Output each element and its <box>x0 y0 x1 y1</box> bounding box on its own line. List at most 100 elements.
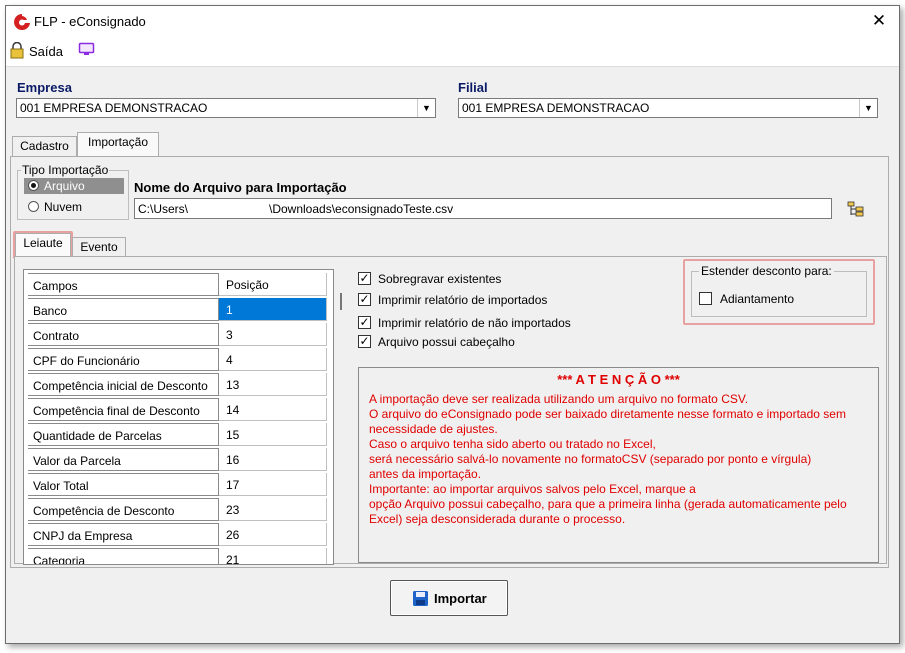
posicao-cell[interactable]: 3 <box>219 323 327 346</box>
empresa-label: Empresa <box>17 80 72 95</box>
posicao-cell[interactable]: 23 <box>219 498 327 521</box>
posicao-cell[interactable]: 16 <box>219 448 327 471</box>
tab-importacao[interactable]: Importação <box>77 132 159 157</box>
posicao-cell[interactable]: 14 <box>219 398 327 421</box>
radio-button[interactable] <box>28 180 39 191</box>
campo-cell: Competência final de Desconto <box>28 398 219 421</box>
atencao-line: Caso o arquivo tenha sido aberto ou trat… <box>369 437 656 451</box>
posicao-cell[interactable]: 1 <box>219 298 327 321</box>
posicao-cell[interactable]: 15 <box>219 423 327 446</box>
atencao-line: antes da importação. <box>369 467 482 481</box>
save-icon <box>413 591 428 606</box>
check-icon[interactable]: ✓ <box>358 335 371 348</box>
option-sobregravar[interactable]: ✓ Sobregravar existentes <box>358 271 658 287</box>
lock-icon <box>10 42 24 59</box>
table-row[interactable]: Contrato 3 <box>24 323 333 348</box>
leiaute-highlight <box>13 231 73 259</box>
campo-cell: Quantidade de Parcelas <box>28 423 219 446</box>
atencao-line: opção Arquivo possui cabeçalho, para que… <box>369 497 847 511</box>
radio-option-arquivo[interactable]: Arquivo <box>24 178 124 194</box>
radio-label: Nuvem <box>44 200 83 214</box>
campo-cell: Categoria <box>28 548 219 564</box>
campo-cell: Banco <box>28 298 219 321</box>
folder-tree-icon[interactable] <box>847 200 867 218</box>
tab-evento[interactable]: Evento <box>72 237 126 257</box>
atencao-line: O arquivo do eConsignado pode ser baixad… <box>369 407 846 421</box>
title-bar: FLP - eConsignado ✕ <box>6 6 899 36</box>
path-prefix: C:\Users\ <box>138 202 189 216</box>
atencao-line: será necessário salvá-lo novamente no fo… <box>369 452 812 466</box>
table-row[interactable]: Valor Total 17 <box>24 473 333 498</box>
close-button[interactable]: ✕ <box>864 10 894 32</box>
chevron-down-icon[interactable]: ▼ <box>859 99 877 117</box>
filial-value: 001 EMPRESA DEMONSTRACAO <box>462 101 650 115</box>
table-row[interactable]: CNPJ da Empresa 26 <box>24 523 333 548</box>
estender-highlight <box>683 259 875 325</box>
arquivo-label: Nome do Arquivo para Importação <box>134 180 347 195</box>
campo-cell: Valor da Parcela <box>28 448 219 471</box>
atencao-line: necessidade de ajustes. <box>369 422 498 436</box>
chevron-down-icon[interactable]: ▼ <box>417 99 435 117</box>
option-label: Sobregravar existentes <box>378 272 502 286</box>
filial-label: Filial <box>458 80 488 95</box>
header-campos: Campos <box>28 273 219 296</box>
campo-cell: Competência inicial de Desconto <box>28 373 219 396</box>
header-posicao: Posição <box>219 273 327 296</box>
table-row[interactable]: Categoria 21 <box>24 548 333 564</box>
atencao-title: *** A T E N Ç Ã O *** <box>557 372 680 387</box>
posicao-cell[interactable]: 13 <box>219 373 327 396</box>
posicao-cell[interactable]: 21 <box>219 548 327 564</box>
check-icon[interactable]: ✓ <box>358 293 371 306</box>
table-row[interactable]: CPF do Funcionário 4 <box>24 348 333 373</box>
radio-button[interactable] <box>28 201 39 212</box>
filial-select[interactable]: 001 EMPRESA DEMONSTRACAO ▼ <box>458 98 878 118</box>
main-window: FLP - eConsignado ✕ Saída Empresa 001 EM… <box>5 5 900 644</box>
campo-cell: CPF do Funcionário <box>28 348 219 371</box>
table-row[interactable]: Banco 1 <box>24 298 333 323</box>
empresa-select[interactable]: 001 EMPRESA DEMONSTRACAO ▼ <box>16 98 436 118</box>
radio-option-nuvem[interactable]: Nuvem <box>24 199 124 215</box>
atencao-line: Importante: ao importar arquivos salvos … <box>369 482 696 496</box>
grid-scroll-thumb[interactable] <box>340 293 342 310</box>
layout-grid[interactable]: Campos Posição Banco 1 Contrato 3 CPF do… <box>23 269 334 565</box>
path-suffix: \Downloads\econsignadoTeste.csv <box>269 202 454 216</box>
option-possui-cabecalho[interactable]: ✓ Arquivo possui cabeçalho <box>358 334 658 350</box>
radio-label: Arquivo <box>44 179 85 193</box>
posicao-cell[interactable]: 4 <box>219 348 327 371</box>
grid-header: Campos Posição <box>24 273 333 298</box>
atencao-panel: *** A T E N Ç Ã O *** A importação deve … <box>358 367 879 563</box>
tab-cadastro[interactable]: Cadastro <box>12 136 77 156</box>
option-relatorio-nao-importados[interactable]: ✓ Imprimir relatório de não importados <box>358 315 658 331</box>
table-row[interactable]: Quantidade de Parcelas 15 <box>24 423 333 448</box>
redacted-username <box>195 201 269 216</box>
atencao-line: Excel) seja desconsiderada durante o pro… <box>369 512 626 526</box>
window-title: FLP - eConsignado <box>34 14 146 29</box>
monitor-icon[interactable] <box>78 42 95 57</box>
option-label: Imprimir relatório de não importados <box>378 316 571 330</box>
option-label: Arquivo possui cabeçalho <box>378 335 515 349</box>
option-relatorio-importados[interactable]: ✓ Imprimir relatório de importados <box>358 292 658 308</box>
atencao-line: A importação deve ser realizada utilizan… <box>369 392 749 406</box>
table-row[interactable]: Valor da Parcela 16 <box>24 448 333 473</box>
table-row[interactable]: Competência inicial de Desconto 13 <box>24 373 333 398</box>
campo-cell: Contrato <box>28 323 219 346</box>
toolbar: Saída <box>6 36 899 67</box>
table-row[interactable]: Competência final de Desconto 14 <box>24 398 333 423</box>
exit-label: Saída <box>29 44 63 59</box>
app-logo-icon <box>14 14 30 30</box>
posicao-cell[interactable]: 26 <box>219 523 327 546</box>
importar-label: Importar <box>434 591 487 606</box>
check-icon[interactable]: ✓ <box>358 272 371 285</box>
campo-cell: Competência de Desconto <box>28 498 219 521</box>
exit-button[interactable]: Saída <box>10 41 74 61</box>
campo-cell: CNPJ da Empresa <box>28 523 219 546</box>
tipo-importacao-label: Tipo Importação <box>21 163 110 177</box>
empresa-value: 001 EMPRESA DEMONSTRACAO <box>20 101 208 115</box>
option-label: Imprimir relatório de importados <box>378 293 548 307</box>
posicao-cell[interactable]: 17 <box>219 473 327 496</box>
importar-button[interactable]: Importar <box>390 580 508 616</box>
check-icon[interactable]: ✓ <box>358 316 371 329</box>
campo-cell: Valor Total <box>28 473 219 496</box>
arquivo-path-input[interactable]: C:\Users\ \Downloads\econsignadoTeste.cs… <box>134 198 832 219</box>
table-row[interactable]: Competência de Desconto 23 <box>24 498 333 523</box>
